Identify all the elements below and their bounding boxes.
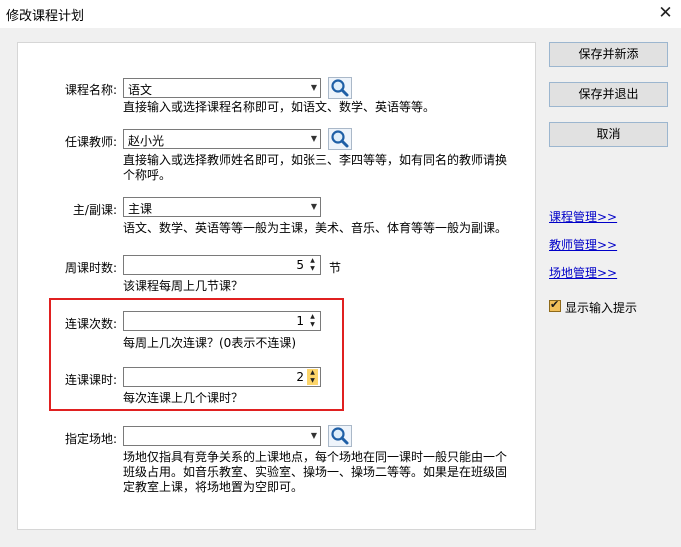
course-name-combo[interactable]: 语文 ▼ bbox=[123, 78, 321, 98]
weekly-hours-unit: 节 bbox=[329, 261, 342, 275]
course-search-button[interactable] bbox=[328, 77, 352, 99]
chevron-down-icon[interactable]: ▼ bbox=[311, 134, 317, 143]
chevron-down-icon[interactable]: ▼ bbox=[311, 202, 317, 211]
weekly-hours-label: 周课时数: bbox=[64, 261, 117, 275]
consecutive-times-spinner[interactable]: 1 ▲ ▼ bbox=[123, 311, 321, 331]
save-and-exit-button[interactable]: 保存并退出 bbox=[549, 82, 668, 107]
search-icon bbox=[331, 427, 349, 445]
course-name-label: 课程名称: bbox=[64, 83, 117, 97]
consecutive-hours-hint: 每次连课上几个课时？ bbox=[123, 391, 244, 405]
teacher-value: 赵小光 bbox=[128, 134, 165, 148]
venue-combo[interactable]: ▼ bbox=[123, 426, 321, 446]
course-type-select[interactable]: 主课 ▼ bbox=[123, 197, 321, 217]
venue-label: 指定场地: bbox=[64, 432, 117, 446]
consecutive-hours-label: 连课课时: bbox=[64, 373, 117, 387]
course-name-value: 语文 bbox=[128, 83, 153, 97]
course-type-hint: 语文、数学、英语等等一般为主课，美术、音乐、体育等等一般为副课。 bbox=[123, 221, 508, 235]
teacher-search-button[interactable] bbox=[328, 128, 352, 150]
teacher-hint-line2: 个称呼。 bbox=[123, 168, 172, 182]
venue-hint-line2: 班级占用。如音乐教室、实验室、操场一、操场二等等。如果是在班级固 bbox=[123, 465, 508, 479]
title-bar: 修改课程计划 ✕ bbox=[0, 0, 681, 28]
venue-management-link[interactable]: 场地管理>> bbox=[549, 264, 617, 281]
consecutive-hours-value: 2 bbox=[296, 370, 304, 384]
venue-search-button[interactable] bbox=[328, 425, 352, 447]
teacher-combo[interactable]: 赵小光 ▼ bbox=[123, 129, 321, 149]
consecutive-hours-spinner[interactable]: 2 ▲ ▼ bbox=[123, 367, 321, 387]
consecutive-times-value: 1 bbox=[296, 314, 304, 328]
teacher-label: 任课教师: bbox=[64, 135, 117, 149]
chevron-down-icon[interactable]: ▼ bbox=[311, 83, 317, 92]
search-icon bbox=[331, 130, 349, 148]
show-hints-checkbox[interactable]: ✔ bbox=[549, 298, 561, 312]
close-icon[interactable]: ✕ bbox=[650, 0, 681, 28]
show-hints-label[interactable]: 显示输入提示 bbox=[565, 299, 637, 316]
venue-hint-line3: 定教室上课，将场地置为空即可。 bbox=[123, 480, 304, 494]
chevron-down-icon[interactable]: ▼ bbox=[311, 431, 317, 440]
spin-arrows-icon[interactable]: ▲ ▼ bbox=[307, 257, 318, 273]
weekly-hours-spinner[interactable]: 5 ▲ ▼ bbox=[123, 255, 321, 275]
consecutive-times-hint: 每周上几次连课？(0表示不连课) bbox=[123, 336, 296, 350]
venue-hint-line1: 场地仅指具有竞争关系的上课地点，每个场地在同一课时一般只能由一个 bbox=[123, 450, 508, 464]
course-management-link[interactable]: 课程管理>> bbox=[549, 208, 617, 225]
course-type-value: 主课 bbox=[128, 202, 153, 216]
save-and-new-button[interactable]: 保存并新添 bbox=[549, 42, 668, 67]
weekly-hours-hint: 该课程每周上几节课？ bbox=[123, 279, 244, 293]
spin-arrows-icon[interactable]: ▲ ▼ bbox=[307, 313, 318, 329]
spin-arrows-icon[interactable]: ▲ ▼ bbox=[307, 369, 318, 385]
weekly-hours-value: 5 bbox=[296, 258, 304, 272]
consecutive-times-label: 连课次数: bbox=[64, 317, 117, 331]
check-icon: ✔ bbox=[550, 298, 560, 311]
course-type-label: 主/副课: bbox=[72, 203, 117, 217]
teacher-hint-line1: 直接输入或选择教师姓名即可，如张三、李四等等，如有同名的教师请换 bbox=[123, 153, 508, 167]
teacher-management-link[interactable]: 教师管理>> bbox=[549, 236, 617, 253]
course-name-hint: 直接输入或选择课程名称即可，如语文、数学、英语等等。 bbox=[123, 100, 436, 114]
cancel-button[interactable]: 取消 bbox=[549, 122, 668, 147]
window-title: 修改课程计划 bbox=[6, 9, 85, 24]
search-icon bbox=[331, 79, 349, 97]
